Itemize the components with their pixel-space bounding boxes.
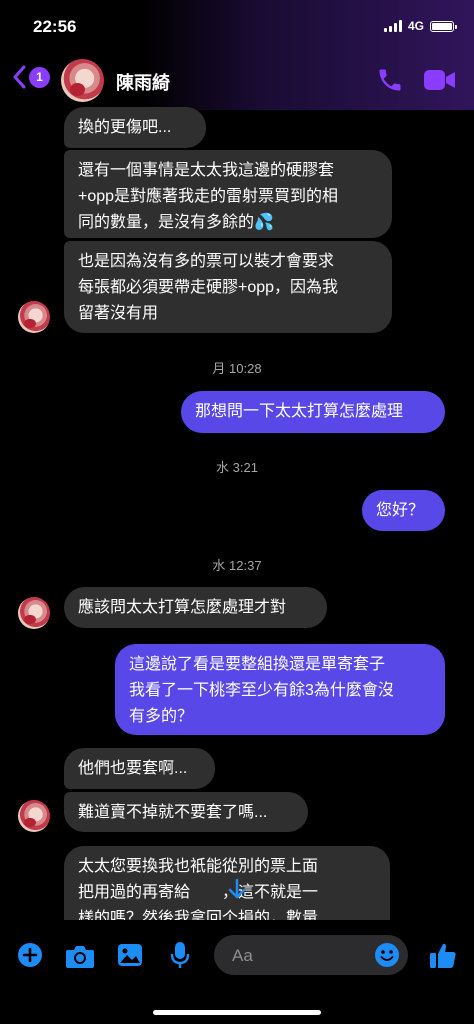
message-composer[interactable] (214, 935, 408, 977)
message-bubble[interactable]: 這邊說了看是要整組換還是單寄套子 我看了一下桃李至少有餘3為什麼會沒 有多的？ (115, 644, 445, 735)
voice-button[interactable] (170, 941, 190, 974)
home-indicator (153, 1010, 321, 1015)
camera-button[interactable] (65, 943, 95, 974)
arrow-down-icon (228, 878, 246, 899)
message-bubble[interactable]: 換的更傷吧... (64, 107, 206, 148)
message-bubble[interactable]: 他們也要套啊... (64, 748, 215, 789)
sender-avatar[interactable] (18, 800, 50, 832)
camera-icon (66, 946, 94, 968)
message-bubble[interactable]: 那想問一下太太打算怎麼處理 (181, 391, 445, 433)
like-button[interactable] (428, 940, 458, 975)
network-type: 4G (407, 19, 424, 33)
emoji-button[interactable] (374, 942, 400, 973)
video-camera-icon (424, 70, 455, 90)
gallery-button[interactable] (117, 943, 143, 972)
back-button[interactable]: 1 (12, 65, 50, 89)
thumbs-up-icon (430, 943, 456, 968)
scroll-to-bottom-button[interactable] (224, 876, 250, 902)
phone-icon (379, 69, 401, 91)
photo-icon (118, 944, 142, 966)
message-bubble[interactable]: 還有一個事情是太太我這邊的硬膠套 +opp是對應著我走的雷射票買到的相 同的數量… (64, 150, 392, 238)
chevron-left-icon (13, 65, 26, 89)
status-indicators: 4G (383, 19, 457, 33)
timestamp: 水 12:37 (212, 558, 262, 573)
message-bubble[interactable]: 也是因為沒有多的票可以裝才會要求 每張都必須要帶走硬膠+opp，因為我 留著沒有… (64, 241, 392, 333)
microphone-icon (170, 942, 190, 968)
unread-badge: 1 (29, 66, 50, 88)
timestamp: 月 10:28 (212, 361, 262, 376)
message-bubble[interactable]: 難道賣不掉就不要套了嗎... (64, 792, 308, 832)
timestamp: 水 3:21 (216, 460, 258, 475)
status-time: 22:56 (33, 17, 77, 36)
contact-name[interactable]: 陳雨綺 (116, 69, 170, 95)
message-bubble[interactable]: 您好？ (362, 490, 445, 531)
signal-icon (383, 20, 402, 32)
contact-avatar[interactable] (61, 59, 104, 102)
sender-avatar[interactable] (18, 301, 50, 333)
video-call-button[interactable] (423, 67, 457, 98)
plus-circle-icon (18, 943, 42, 967)
add-button[interactable] (17, 942, 43, 973)
message-bubble[interactable]: 應該問太太打算怎麼處理才對 (64, 587, 327, 628)
sender-avatar[interactable] (18, 597, 50, 629)
battery-icon (430, 20, 457, 32)
smiley-icon (375, 943, 399, 967)
call-button[interactable] (376, 66, 404, 99)
message-input[interactable] (230, 935, 364, 977)
